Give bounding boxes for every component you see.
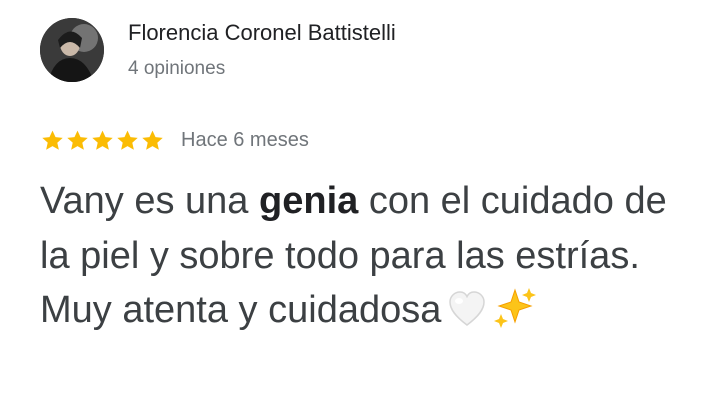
avatar[interactable] <box>40 18 104 82</box>
rating-row: Hace 6 meses <box>40 128 309 153</box>
review-text-start: Vany es una <box>40 180 260 222</box>
star-icon <box>90 128 115 153</box>
white-heart-icon <box>447 290 487 328</box>
star-icon <box>115 128 140 153</box>
review-text-bold: genia <box>259 180 359 222</box>
star-rating <box>40 128 165 153</box>
star-icon <box>40 128 65 153</box>
review-count: 4 opiniones <box>128 58 226 79</box>
review-text: Vany es una genia con el cuidado de la p… <box>40 174 700 338</box>
review-time: Hace 6 meses <box>181 129 309 151</box>
sparkles-icon <box>493 286 537 328</box>
star-icon <box>65 128 90 153</box>
reviewer-name[interactable]: Florencia Coronel Battistelli <box>128 20 396 46</box>
star-icon <box>140 128 165 153</box>
avatar-photo <box>40 18 104 82</box>
